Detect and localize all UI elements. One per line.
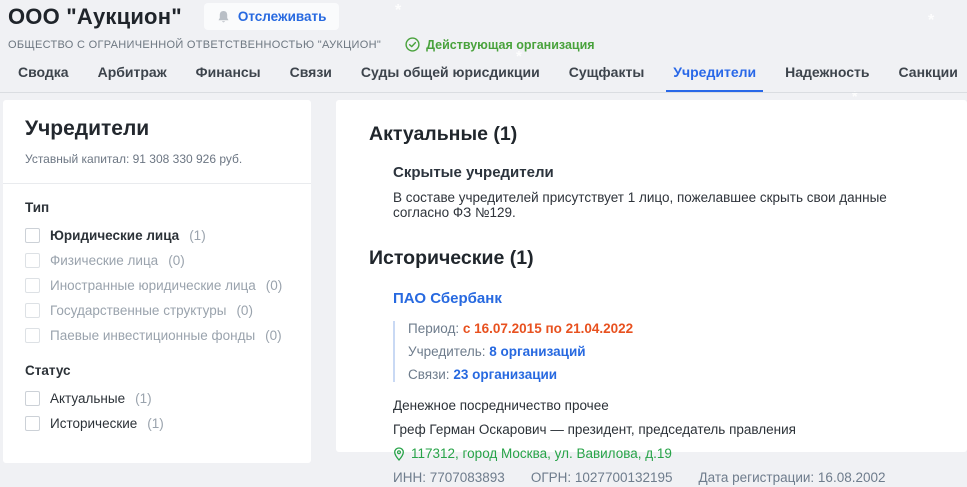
activity-line: Денежное посредничество прочее	[393, 396, 937, 415]
filter-label: Исторические	[50, 416, 137, 431]
location-pin-icon	[393, 447, 405, 461]
track-button[interactable]: Отслеживать	[204, 3, 340, 30]
filter-individuals[interactable]: Физические лица (0)	[25, 253, 291, 268]
filter-historical[interactable]: Исторические (1)	[25, 416, 291, 431]
hidden-founders-title: Скрытые учредители	[393, 164, 937, 181]
hidden-founders-text: В составе учредителей присутствует 1 лиц…	[393, 190, 937, 220]
company-full-name: ОБЩЕСТВО С ОГРАНИЧЕННОЙ ОТВЕТСТВЕННОСТЬЮ…	[8, 39, 381, 51]
company-name: ООО "Аукцион"	[8, 4, 182, 30]
filter-label: Актуальные	[50, 391, 125, 406]
tab-svyazi[interactable]: Связи	[290, 61, 332, 92]
filters-sidebar: Учредители Уставный капитал: 91 308 330 …	[3, 100, 311, 463]
filter-label: Иностранные юридические лица	[50, 278, 256, 293]
status-badge-label: Действующая организация	[426, 38, 595, 52]
period-value: с 16.07.2015 по 21.04.2022	[463, 321, 633, 336]
founder-details: Денежное посредничество прочее Греф Герм…	[393, 396, 937, 487]
filter-state-structures[interactable]: Государственные структуры (0)	[25, 303, 291, 318]
bell-icon	[217, 10, 230, 24]
registration-line: ИНН: 7707083893 ОГРН: 1027700132195 Дата…	[393, 468, 937, 487]
content-area: Учредители Уставный капитал: 91 308 330 …	[0, 100, 967, 452]
inn-label: ИНН:	[393, 470, 426, 485]
founder-company-link[interactable]: ПАО Сбербанк	[393, 290, 502, 307]
tab-arbitrazh[interactable]: Арбитраж	[98, 61, 167, 92]
links-label: Связи:	[408, 367, 450, 382]
filter-count: (1)	[147, 416, 164, 431]
filter-label: Физические лица	[50, 253, 158, 268]
inn-value: 7707083893	[430, 470, 505, 485]
filter-group-type-title: Тип	[25, 200, 291, 215]
period-label: Период:	[408, 321, 459, 336]
founder-label: Учредитель:	[408, 344, 486, 359]
links-orgs-link[interactable]: 23 организации	[453, 367, 557, 382]
ceo-line: Греф Герман Оскарович — президент, предс…	[393, 420, 937, 439]
checkbox-icon[interactable]	[25, 391, 40, 406]
check-circle-icon	[405, 37, 420, 52]
checkbox-icon[interactable]	[25, 328, 40, 343]
checkbox-icon[interactable]	[25, 253, 40, 268]
links-row: Связи: 23 организации	[408, 367, 937, 382]
filter-count: (0)	[265, 328, 282, 343]
checkbox-icon[interactable]	[25, 278, 40, 293]
filter-count: (0)	[168, 253, 185, 268]
filter-label: Государственные структуры	[50, 303, 226, 318]
tab-sushchfakty[interactable]: Сущфакты	[569, 61, 645, 92]
filter-count: (0)	[266, 278, 283, 293]
founder-row: Учредитель: 8 организаций	[408, 344, 937, 359]
filter-count: (0)	[236, 303, 253, 318]
founder-orgs-link[interactable]: 8 организаций	[489, 344, 585, 359]
tab-uchrediteli[interactable]: Учредители	[673, 61, 756, 92]
actual-section-title: Актуальные (1)	[369, 123, 937, 146]
founders-panel: Актуальные (1) Скрытые учредители В сост…	[336, 100, 967, 452]
tab-finansy[interactable]: Финансы	[196, 61, 261, 92]
ogrn-pair: ОГРН: 1027700132195	[531, 468, 673, 487]
reg-date-label: Дата регистрации:	[699, 470, 815, 485]
filter-actual[interactable]: Актуальные (1)	[25, 391, 291, 406]
checkbox-icon[interactable]	[25, 416, 40, 431]
filter-foreign-legal-entities[interactable]: Иностранные юридические лица (0)	[25, 278, 291, 293]
tab-svodka[interactable]: Сводка	[18, 61, 69, 92]
ogrn-label: ОГРН:	[531, 470, 571, 485]
tab-sanktsii[interactable]: Санкции	[899, 61, 958, 92]
filter-label: Паевые инвестиционные фонды	[50, 328, 255, 343]
charter-capital: Уставный капитал: 91 308 330 926 руб.	[25, 152, 291, 166]
filter-group-status-title: Статус	[25, 363, 291, 378]
filter-count: (1)	[189, 228, 206, 243]
page-header: ООО "Аукцион" Отслеживать ОБЩЕСТВО С ОГР…	[0, 0, 967, 52]
founder-card: ПАО Сбербанк Период: с 16.07.2015 по 21.…	[393, 290, 937, 487]
reg-date-pair: Дата регистрации: 16.08.2002	[699, 468, 886, 487]
tab-nadezhnost[interactable]: Надежность	[785, 61, 869, 92]
reg-date-value: 16.08.2002	[818, 470, 886, 485]
inn-pair: ИНН: 7707083893	[393, 468, 505, 487]
filter-count: (1)	[135, 391, 152, 406]
sidebar-title: Учредители	[25, 117, 291, 141]
filter-investment-funds[interactable]: Паевые инвестиционные фонды (0)	[25, 328, 291, 343]
track-button-label: Отслеживать	[238, 9, 327, 24]
filter-label: Юридические лица	[50, 228, 179, 243]
historical-section-title: Исторические (1)	[369, 247, 937, 270]
tab-bar: Сводка Арбитраж Финансы Связи Суды общей…	[0, 61, 967, 93]
founder-meta-block: Период: с 16.07.2015 по 21.04.2022 Учред…	[393, 321, 937, 382]
period-row: Период: с 16.07.2015 по 21.04.2022	[408, 321, 937, 336]
tab-sudy[interactable]: Суды общей юрисдикции	[361, 61, 540, 92]
checkbox-icon[interactable]	[25, 228, 40, 243]
divider	[3, 183, 311, 184]
filter-legal-entities[interactable]: Юридические лица (1)	[25, 228, 291, 243]
checkbox-icon[interactable]	[25, 303, 40, 318]
status-badge: Действующая организация	[405, 37, 595, 52]
ogrn-value: 1027700132195	[575, 470, 673, 485]
